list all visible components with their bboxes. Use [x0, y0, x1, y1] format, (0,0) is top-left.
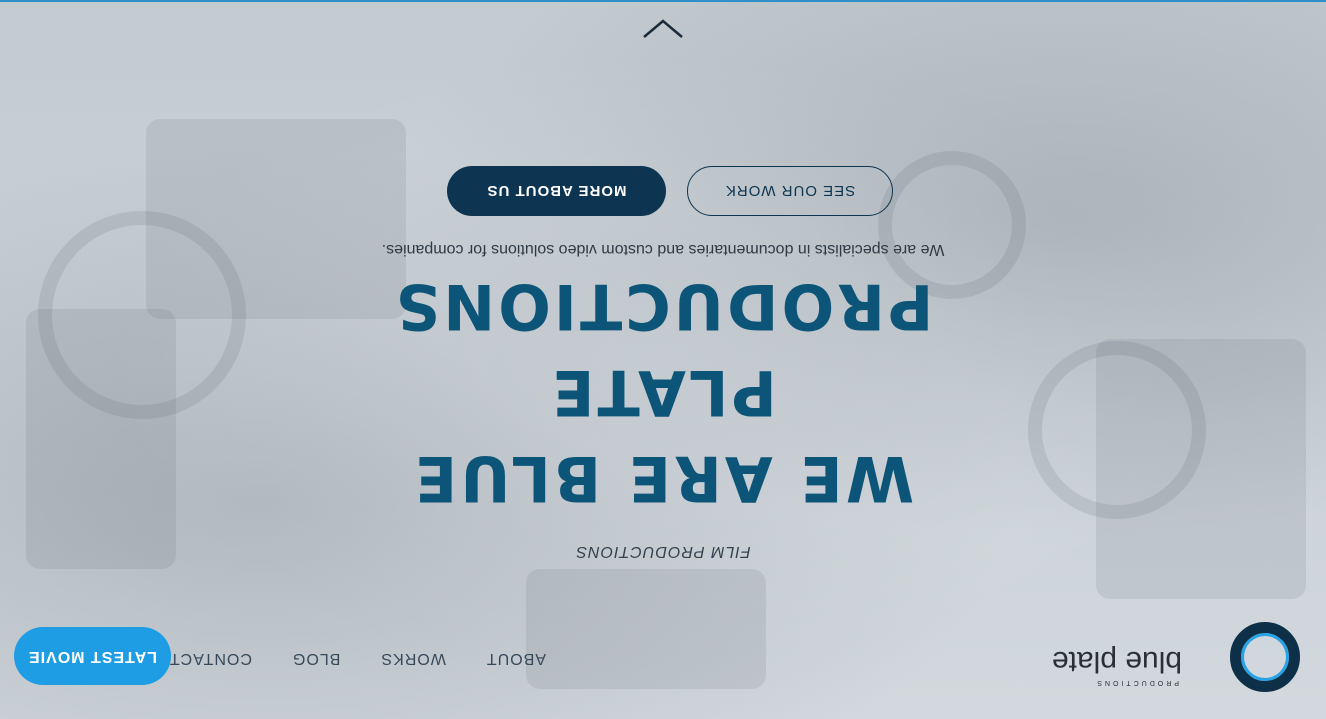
hero-title: WE ARE BLUE PLATE PRODUCTIONS	[0, 263, 1326, 521]
hero-button-group: SEE OUR WORK MORE ABOUT US	[0, 166, 1326, 216]
logo-tagline: PRODUCTIONS	[1094, 679, 1179, 686]
see-our-work-button[interactable]: SEE OUR WORK	[687, 166, 893, 216]
hero-title-line: PRODUCTIONS	[392, 270, 934, 343]
chevron-up-icon[interactable]	[642, 17, 684, 39]
nav-item-works[interactable]: WORKS	[380, 649, 445, 667]
logo-wordmark: blue plate	[1051, 645, 1182, 678]
hero-title-line: WE ARE BLUE	[411, 442, 915, 515]
chevron-up-icon-graphic	[643, 19, 683, 38]
main-nav: ABOUT WORKS BLOG CONTACT	[129, 649, 546, 667]
page-root: PRODUCTIONS blue plate ABOUT WORKS BLOG …	[0, 0, 1326, 719]
logo-ring-icon	[1230, 622, 1300, 692]
nav-item-about[interactable]: ABOUT	[486, 649, 546, 667]
site-header: PRODUCTIONS blue plate ABOUT WORKS BLOG …	[0, 619, 1326, 719]
hero-kicker: FILM PRODUCTIONS	[575, 543, 751, 560]
nav-item-contact[interactable]: CONTACT	[169, 649, 252, 667]
top-accent-line	[0, 0, 1326, 2]
latest-movie-button[interactable]: LATEST MOVIE	[14, 627, 171, 685]
hero-title-line: PLATE	[549, 356, 777, 429]
brand-logo[interactable]: PRODUCTIONS blue plate	[1052, 622, 1300, 692]
more-about-us-button[interactable]: MORE ABOUT US	[447, 166, 666, 216]
nav-item-blog[interactable]: BLOG	[292, 649, 340, 667]
hero-subtitle: We are specialists in documentaries and …	[381, 241, 945, 258]
